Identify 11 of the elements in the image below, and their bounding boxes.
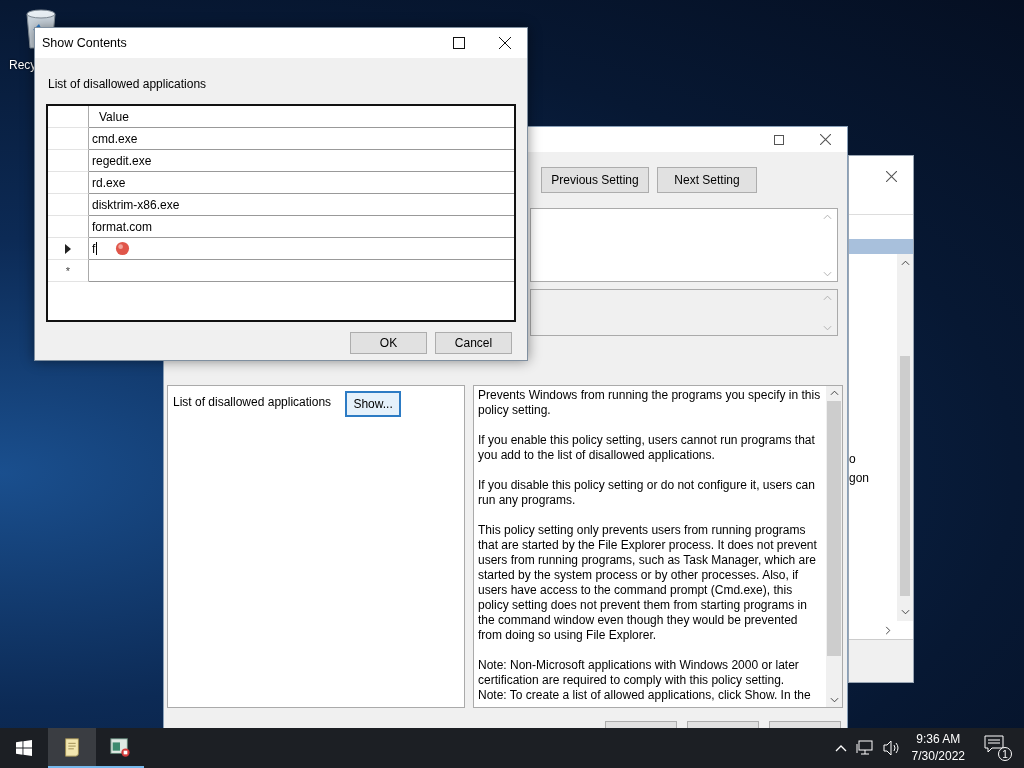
time-text: 9:36 AM xyxy=(916,731,961,748)
help-paragraph: Note: Non-Microsoft applications with Windows 2000 or later certification are required to comply with this policy setting. Note: To create a list of allowed applications, click Show. In the xyxy=(478,658,812,703)
list-label: List of disallowed applications xyxy=(48,77,208,91)
help-paragraph: If you enable this policy setting, users cannot run programs that you add to the list of disallowed applications. xyxy=(478,433,816,463)
help-paragraph: Prevents Windows from running the programs you specify in this policy setting. xyxy=(478,388,822,418)
help-paragraph: If you disable this policy setting or do not configure it, users can run any programs. xyxy=(478,478,816,508)
help-paragraph: This policy setting only prevents users from running programs that are started by the File Explorer process. It does not prevent users from running programs, such as Task Manager, which are started by the system process or by other processes. Also, if users have access to the command prompt (Cmd.exe), this policy setting does not prevent them from starting programs in the command window even though they would be prevented from doing so using File Explorer. xyxy=(478,523,818,643)
window-title: Show Contents xyxy=(42,36,127,50)
option-label: List of disallowed applications xyxy=(173,395,332,409)
date-text: 7/30/2022 xyxy=(911,748,965,765)
new-row-marker: * xyxy=(65,264,71,277)
